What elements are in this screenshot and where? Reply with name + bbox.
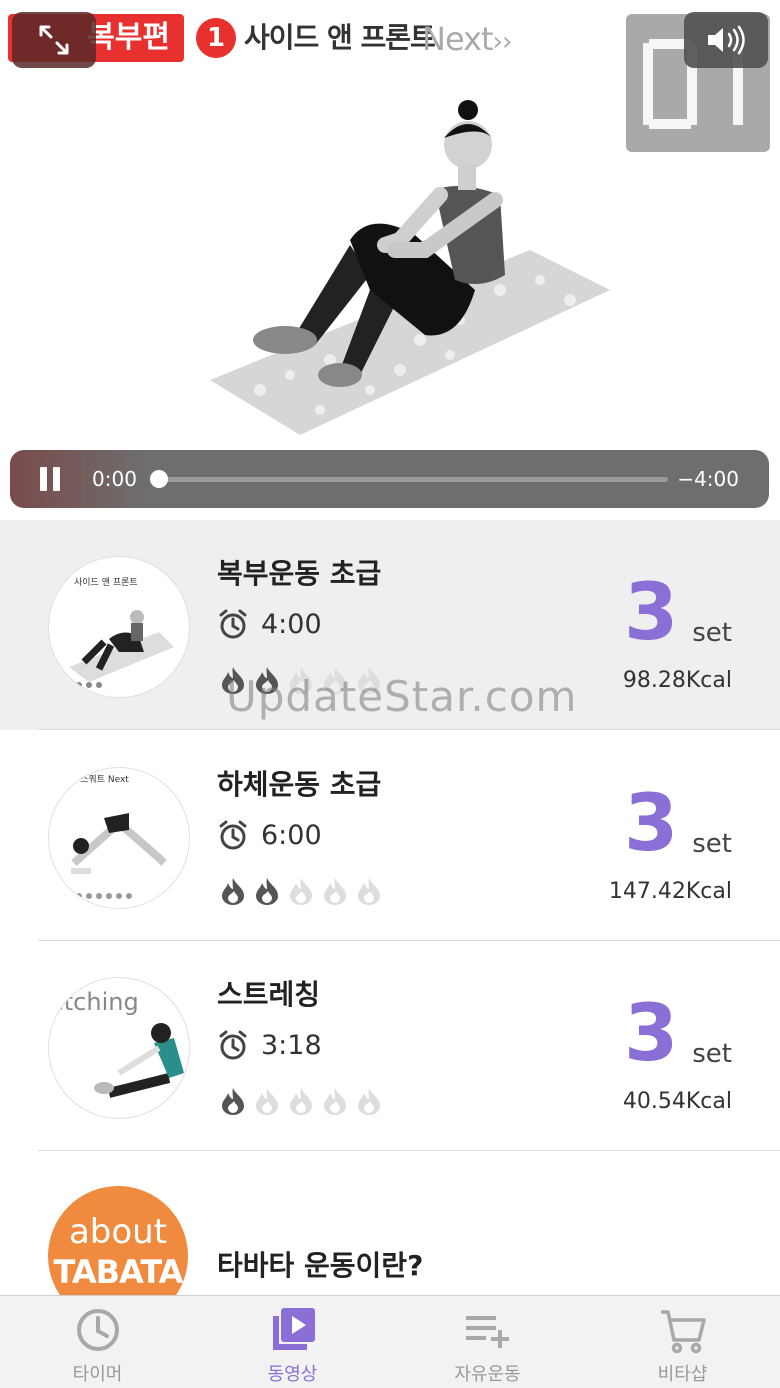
- pause-button[interactable]: [40, 467, 62, 491]
- bottom-tab-bar: 타이머 동영상 자유운동 비타샵: [0, 1295, 780, 1388]
- flame-icon: [222, 878, 244, 905]
- volume-button[interactable]: [684, 12, 768, 68]
- clock-icon: [76, 1309, 119, 1351]
- tab-label: 비타샵: [657, 1364, 708, 1385]
- alarm-clock-icon: [219, 820, 247, 850]
- workout-kcal: 40.54Kcal: [622, 1089, 732, 1114]
- workout-title: 복부운동 초급: [217, 557, 382, 590]
- workout-thumbnail: etching: [48, 977, 190, 1119]
- watermark-text: UpdateStar.com: [226, 672, 578, 721]
- workout-sets: 3 set: [623, 989, 732, 1079]
- flame-icon: [290, 878, 312, 905]
- video-step-number: 1: [196, 18, 236, 58]
- flame-icon: [324, 1088, 346, 1115]
- tab-label: 타이머: [72, 1364, 123, 1385]
- playback-controls: 0:00 −4:00: [10, 450, 769, 508]
- svg-text:etching: etching: [49, 988, 139, 1016]
- video-next-label: Next››: [422, 20, 512, 58]
- about-tabata-item[interactable]: about TABATA 타바타 운동이란?: [0, 1152, 780, 1326]
- workout-duration: 3:18: [217, 1029, 322, 1061]
- tab-free-workout[interactable]: 자유운동: [390, 1296, 585, 1388]
- workout-duration: 4:00: [217, 608, 322, 640]
- tab-label: 자유운동: [454, 1364, 521, 1385]
- cart-icon: [660, 1310, 706, 1354]
- flame-icon: [358, 1088, 380, 1115]
- remaining-time: −4:00: [677, 467, 739, 491]
- flame-icon: [222, 1088, 244, 1115]
- video-player[interactable]: 복부편 1 사이드 앤 프론트 Next›› 0:00 −4:00: [0, 0, 780, 520]
- divider: [38, 1150, 780, 1151]
- alarm-clock-icon: [219, 1030, 247, 1060]
- flame-icon: [324, 878, 346, 905]
- workout-kcal: 98.28Kcal: [622, 668, 732, 693]
- pause-icon: [40, 467, 47, 491]
- flame-icon: [290, 1088, 312, 1115]
- svg-text:루 스쿼트 Next: 루 스쿼트 Next: [69, 774, 129, 785]
- flame-icon: [256, 878, 278, 905]
- intensity-flames: [220, 1087, 382, 1115]
- workout-sets: 3 set: [623, 568, 732, 658]
- about-tabata-title: 타바타 운동이란?: [217, 1249, 424, 1282]
- tab-label: 동영상: [267, 1364, 318, 1385]
- speaker-icon: [708, 25, 745, 55]
- progress-track[interactable]: [158, 477, 668, 482]
- alarm-clock-icon: [219, 609, 247, 639]
- workout-kcal: 147.42Kcal: [608, 879, 732, 904]
- workout-list-item[interactable]: etching 스트레칭 3:18 3 set 40.54Kcal: [0, 941, 780, 1151]
- workout-title: 하체운동 초급: [217, 768, 382, 801]
- workout-thumbnail: 루 스쿼트 Next: [48, 767, 190, 909]
- svg-text:사이드 앤 프론트: 사이드 앤 프론트: [74, 577, 138, 588]
- workout-duration: 6:00: [217, 819, 322, 851]
- tab-timer[interactable]: 타이머: [0, 1296, 195, 1388]
- tab-video[interactable]: 동영상: [195, 1296, 390, 1388]
- workout-thumbnail: 사이드 앤 프론트: [48, 556, 190, 698]
- tab-shop[interactable]: 비타샵: [585, 1296, 780, 1388]
- flame-icon: [256, 1088, 278, 1115]
- expand-icon: [39, 25, 69, 55]
- fullscreen-expand-button[interactable]: [12, 12, 96, 68]
- workout-title: 스트레칭: [217, 978, 321, 1011]
- workout-list-item[interactable]: 루 스쿼트 Next 하체운동 초급 6:00 3 set 147.42Kcal: [0, 731, 780, 941]
- flame-icon: [358, 878, 380, 905]
- intensity-flames: [220, 877, 382, 905]
- playlist-add-icon: [465, 1316, 509, 1348]
- current-time: 0:00: [92, 467, 137, 491]
- divider: [38, 729, 780, 730]
- progress-knob[interactable]: [150, 470, 168, 488]
- exercise-figure-image: [200, 90, 620, 440]
- video-exercise-title: 사이드 앤 프론트: [244, 21, 436, 54]
- workout-sets: 3 set: [623, 779, 732, 869]
- video-library-icon: [272, 1308, 315, 1350]
